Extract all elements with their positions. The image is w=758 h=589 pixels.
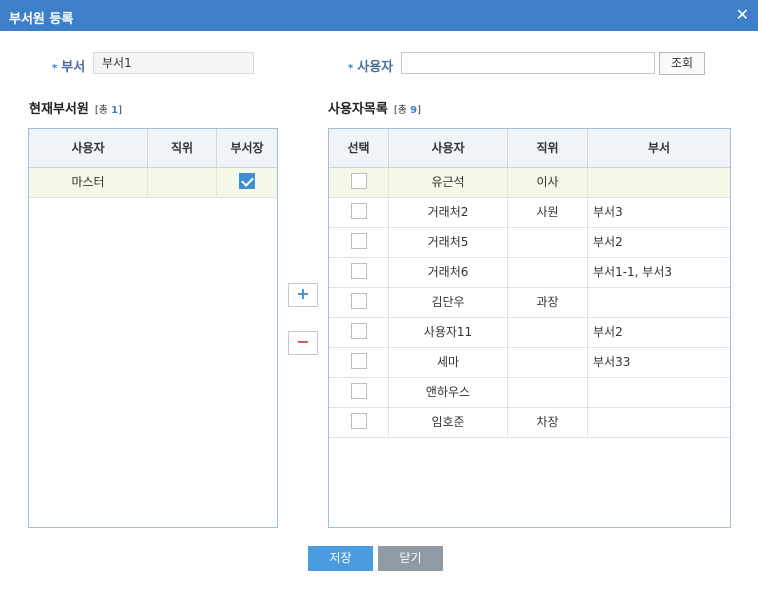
select-checkbox[interactable] xyxy=(350,263,367,279)
required-marker: * xyxy=(52,63,58,74)
cell-position xyxy=(508,348,588,377)
remove-member-button[interactable]: − xyxy=(288,331,318,355)
col-header-user[interactable]: 사용자 xyxy=(29,129,148,167)
cell-select xyxy=(329,378,389,407)
table-row[interactable]: 거래처6 부서1-1, 부서3 xyxy=(329,258,730,288)
select-checkbox[interactable] xyxy=(350,293,367,309)
dept-label-wrap: * 부서 xyxy=(52,56,85,75)
grid-header: 선택 사용자 직위 부서 xyxy=(329,129,730,168)
select-checkbox[interactable] xyxy=(350,353,367,369)
cell-position: 과장 xyxy=(508,288,588,317)
count-suffix: ] xyxy=(417,105,421,116)
cell-user: 거래처2 xyxy=(389,198,508,227)
user-list-grid: 선택 사용자 직위 부서 유근석 이사 거래처2 사원 부서3 거래처5 부서2… xyxy=(328,128,731,528)
cell-user: 사용자11 xyxy=(389,318,508,347)
cell-dept xyxy=(588,288,730,317)
cell-select xyxy=(329,228,389,257)
table-row[interactable]: 거래처2 사원 부서3 xyxy=(329,198,730,228)
select-checkbox[interactable] xyxy=(350,383,367,399)
table-row[interactable]: 사용자11 부서2 xyxy=(329,318,730,348)
count-prefix: [총 xyxy=(393,105,407,116)
cell-position xyxy=(508,318,588,347)
cell-dept xyxy=(588,378,730,407)
cell-dept: 부서1-1, 부서3 xyxy=(593,265,673,279)
cell-user: 거래처5 xyxy=(389,228,508,257)
search-button[interactable]: 조회 xyxy=(659,52,705,75)
col-header-user[interactable]: 사용자 xyxy=(389,129,508,167)
close-icon[interactable]: ✕ xyxy=(736,5,749,24)
cell-select xyxy=(329,168,389,197)
cell-position: 사원 xyxy=(508,198,588,227)
count-prefix: [총 xyxy=(94,105,108,116)
select-checkbox[interactable] xyxy=(350,413,367,429)
close-button[interactable]: 닫기 xyxy=(378,546,443,571)
cell-select xyxy=(329,348,389,377)
cell-dept xyxy=(588,168,730,197)
current-members-title-text: 현재부서원 xyxy=(29,102,89,117)
cell-select xyxy=(329,258,389,287)
cell-user: 임호준 xyxy=(389,408,508,437)
cell-user: 김단우 xyxy=(389,288,508,317)
cell-select xyxy=(329,198,389,227)
select-checkbox[interactable] xyxy=(350,173,367,189)
required-marker: * xyxy=(348,63,354,74)
col-header-select[interactable]: 선택 xyxy=(329,129,389,167)
add-member-button[interactable]: + xyxy=(288,283,318,307)
cell-select xyxy=(329,318,389,347)
table-row[interactable]: 임호준 차장 xyxy=(329,408,730,438)
cell-position xyxy=(508,258,588,287)
cell-position xyxy=(508,228,588,257)
user-list-title: 사용자목록 [총 9] xyxy=(328,98,421,117)
save-button[interactable]: 저장 xyxy=(308,546,373,571)
col-header-head[interactable]: 부서장 xyxy=(217,129,277,167)
table-row[interactable]: 마스터 xyxy=(29,168,277,198)
select-checkbox[interactable] xyxy=(350,203,367,219)
cell-user: 마스터 xyxy=(29,168,148,197)
cell-position xyxy=(508,378,588,407)
table-row[interactable]: 앤하우스 xyxy=(329,378,730,408)
cell-select xyxy=(329,288,389,317)
user-search-input[interactable] xyxy=(401,52,655,74)
cell-dept: 부서33 xyxy=(593,355,631,369)
head-checkbox[interactable] xyxy=(239,173,255,189)
select-checkbox[interactable] xyxy=(350,233,367,249)
table-row[interactable]: 유근석 이사 xyxy=(329,168,730,198)
cell-head xyxy=(217,168,277,197)
col-header-position[interactable]: 직위 xyxy=(148,129,217,167)
dialog-titlebar: 부서원 등록 ✕ xyxy=(0,0,758,31)
dept-label: 부서 xyxy=(61,60,86,75)
cell-select xyxy=(329,408,389,437)
current-members-count: [총 1] xyxy=(95,105,122,116)
cell-user: 앤하우스 xyxy=(389,378,508,407)
dept-field: 부서1 xyxy=(93,52,254,74)
table-row[interactable]: 거래처5 부서2 xyxy=(329,228,730,258)
table-row[interactable]: 김단우 과장 xyxy=(329,288,730,318)
cell-position: 차장 xyxy=(508,408,588,437)
cell-position: 이사 xyxy=(508,168,588,197)
user-list-count: [총 9] xyxy=(394,105,421,116)
cell-dept: 부서2 xyxy=(593,235,623,249)
col-header-dept[interactable]: 부서 xyxy=(588,129,730,167)
col-header-position[interactable]: 직위 xyxy=(508,129,588,167)
table-row[interactable]: 세마 부서33 xyxy=(329,348,730,378)
cell-dept xyxy=(588,408,730,437)
dialog-title: 부서원 등록 xyxy=(9,12,74,27)
select-checkbox[interactable] xyxy=(350,323,367,339)
cell-user: 유근석 xyxy=(389,168,508,197)
cell-dept: 부서2 xyxy=(593,325,623,339)
current-members-grid: 사용자 직위 부서장 마스터 xyxy=(28,128,278,528)
user-label-wrap: * 사용자 xyxy=(348,56,393,75)
cell-user: 거래처6 xyxy=(389,258,508,287)
current-members-title: 현재부서원 [총 1] xyxy=(29,98,122,117)
grid-header: 사용자 직위 부서장 xyxy=(29,129,277,168)
user-label: 사용자 xyxy=(357,60,394,75)
cell-dept: 부서3 xyxy=(593,205,623,219)
user-list-title-text: 사용자목록 xyxy=(328,102,388,117)
cell-position xyxy=(148,168,217,197)
count-suffix: ] xyxy=(118,105,122,116)
cell-user: 세마 xyxy=(389,348,508,377)
